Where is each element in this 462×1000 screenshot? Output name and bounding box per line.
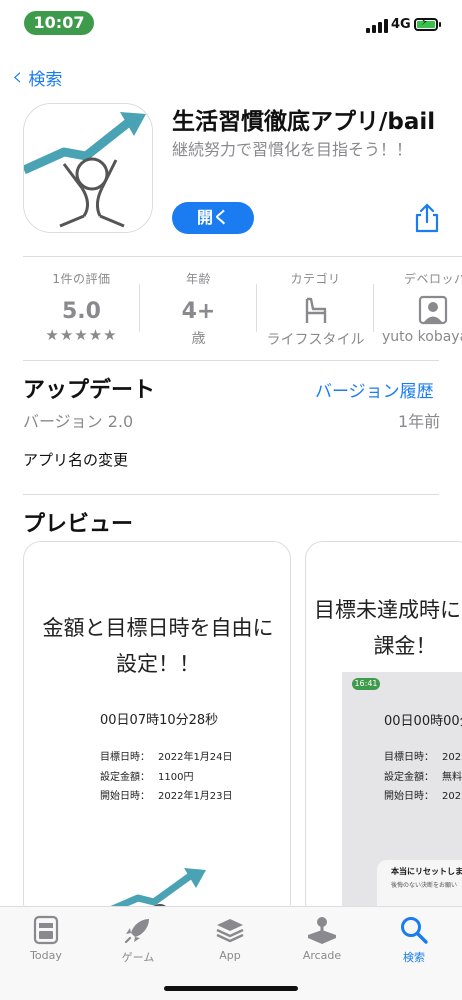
search-icon [401,917,428,944]
divider [23,360,439,361]
tab-today[interactable]: Today [0,913,92,962]
countdown-text: 00日00時00分 [384,714,462,729]
divider [23,494,439,495]
row-value: 2022年1月 [442,791,462,802]
age-value: 4+ [181,299,216,324]
row-label: 開始日時： [100,791,150,802]
row-label: 設定金額： [384,772,434,783]
back-button[interactable]: ‹ 検索 [12,64,62,90]
tab-label: App [219,949,241,962]
network-type: 4G [391,17,411,32]
row-label: 開始日時： [384,791,434,802]
card-heading: 金額と目標日時を自由に 設定！！ [24,610,290,682]
battery-icon [414,17,438,31]
open-button[interactable]: 開く [172,202,254,234]
version-history-link[interactable]: バージョン履歴 [315,377,434,402]
row-label: 目標日時： [100,752,150,763]
rocket-icon [124,919,149,944]
ratings-value: 5.0 [62,299,101,324]
preview-screenshot-1[interactable]: 金額と目標日時を自由に 設定！！ 00日07時10分28秒 目標日時： 2022年… [23,541,291,921]
tab-label: Arcade [302,949,342,962]
row-label: 設定金額： [100,772,150,783]
developer-label: デベロッパ [404,272,462,286]
stick-figure-chart-icon [24,112,146,228]
release-notes: アプリ名の変更 [23,451,129,469]
app-subtitle: 継続努力で習慣化を目指そう！！ [172,140,413,159]
person-icon [418,295,448,325]
chevron-left-icon: ‹ [12,62,23,92]
stats-row: 1件の評価 5.0 ★★★★★ 年齢 4+ 歳 カテゴリ ライフスタイル デベロ… [0,258,462,358]
app-title: 生活習慣徹底アプリ/bail [172,109,436,135]
age-label: 年齢 [185,272,211,286]
tab-arcade[interactable]: Arcade [276,913,368,962]
status-bar: 10:07 4G [0,0,462,48]
card-row: 開始日時： 2022年1月 [384,787,462,802]
divider [23,256,462,257]
developer-stat[interactable]: デベロッパ yuto kobaya [374,270,462,345]
tab-label: ゲーム [121,951,155,964]
category-stat[interactable]: カテゴリ ライフスタイル [257,270,374,349]
card-heading-line: 課金！ [373,634,437,658]
row-value: 2022年1月23日 [158,791,233,802]
alert-title: 本当にリセットしま [391,867,462,876]
category-label: カテゴリ [290,272,341,286]
ratings-label: 1件の評価 [52,272,111,286]
star-rating: ★★★★★ [45,326,118,344]
row-value: 2022年1月 [442,752,462,763]
tab-games[interactable]: ゲーム [92,913,184,965]
row-label: 目標日時： [384,752,434,763]
age-sub: 歳 [191,331,206,347]
status-time[interactable]: 10:07 [24,11,94,35]
share-icon [415,203,439,233]
preview-title: プレビュー [23,512,134,537]
signal-icon [366,19,388,33]
card-row: 目標日時： 2022年1月 [384,748,462,763]
card-heading: 目標未達成時に 課金！ [306,592,462,664]
joystick-icon [308,917,336,944]
home-indicator[interactable] [164,986,298,991]
chair-icon [305,297,326,323]
app-icon [23,103,153,233]
share-button[interactable] [412,202,442,234]
countdown-text: 00日07時10分28秒 [100,713,219,728]
update-title: アップデート [23,378,156,403]
phone-mockup: 16:41 00日00時00分 目標日時： 2022年1月 設定金額： 無料 開始日… [342,672,462,920]
card-heading-line: 目標未達成時に [314,598,461,622]
layers-icon [216,919,244,943]
alert-subtitle: 後悔のない決断をお願い [391,882,458,889]
tab-label: 検索 [403,951,425,964]
battery-cap [439,22,441,27]
row-value: 無料 [442,772,462,783]
phone-time: 16:41 [352,678,380,690]
card-heading-line: 設定！！ [116,652,200,676]
developer-sub: yuto kobaya [382,329,462,345]
ratings-stat[interactable]: 1件の評価 5.0 ★★★★★ [23,270,140,344]
tab-label: Today [30,949,62,962]
category-sub: ライフスタイル [266,332,365,348]
card-row: 設定金額： 1100円 [100,768,193,783]
age-stat[interactable]: 年齢 4+ 歳 [140,270,257,348]
tab-apps[interactable]: App [184,913,276,962]
card-row: 開始日時： 2022年1月23日 [100,787,233,802]
row-value: 1100円 [158,772,194,783]
preview-screenshot-2[interactable]: 目標未達成時に 課金！ 16:41 00日00時00分 目標日時： 2022年1月… [305,541,462,921]
card-heading-line: 金額と目標日時を自由に [42,616,274,640]
row-value: 2022年1月24日 [158,752,233,763]
version-label: バージョン 2.0 [23,412,134,431]
back-label: 検索 [28,69,63,90]
update-age: 1年前 [398,412,441,431]
card-row: 設定金額： 無料 [384,768,462,783]
tab-search[interactable]: 検索 [368,913,460,965]
today-icon [33,915,59,945]
card-row: 目標日時： 2022年1月24日 [100,748,233,763]
